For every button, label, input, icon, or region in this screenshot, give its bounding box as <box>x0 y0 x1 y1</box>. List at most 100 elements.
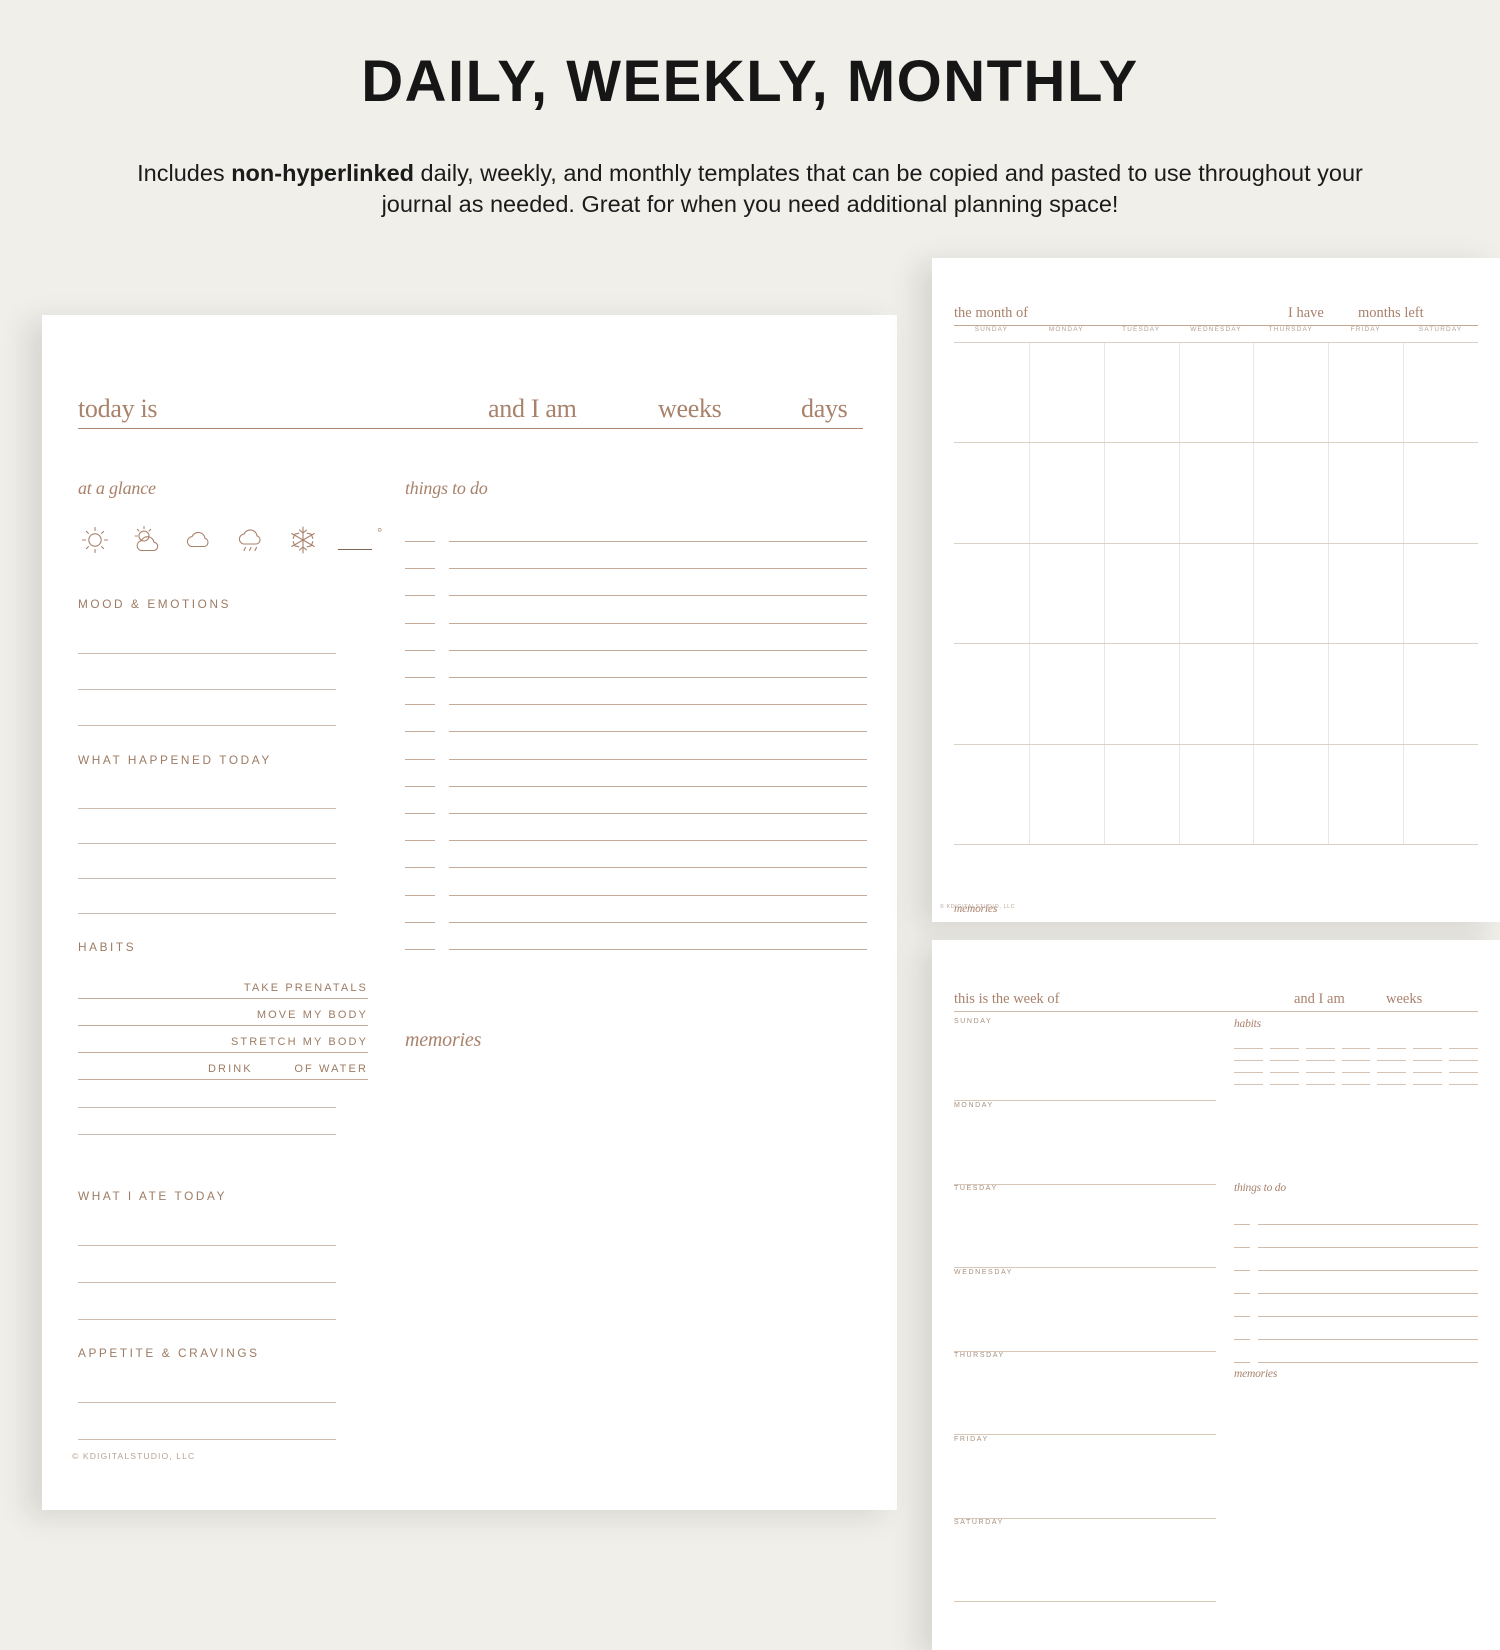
monthly-calendar-grid[interactable] <box>954 342 1478 918</box>
things-to-do-row[interactable] <box>405 841 867 869</box>
weekly-things-to-do-checkbox-line[interactable] <box>1234 1293 1250 1294</box>
weekly-things-to-do-checkbox-line[interactable] <box>1234 1224 1250 1225</box>
weekly-things-to-do-write-line[interactable] <box>1258 1247 1478 1248</box>
sun-icon[interactable] <box>78 523 112 557</box>
weekly-day-block[interactable]: SATURDAY <box>954 1519 1216 1602</box>
weekly-things-to-do-write-line[interactable] <box>1258 1293 1478 1294</box>
things-to-do-row[interactable] <box>405 515 867 542</box>
weekly-things-to-do-write-line[interactable] <box>1258 1270 1478 1271</box>
weekly-habit-grid-cell[interactable] <box>1341 1084 1371 1085</box>
things-to-do-row[interactable] <box>405 787 867 814</box>
weekly-habit-grid-cell[interactable] <box>1269 1060 1299 1061</box>
monthly-template-page[interactable]: the month of I have months left SUNDAY MO… <box>932 258 1500 922</box>
weekly-habit-grid-row[interactable] <box>1234 1084 1479 1085</box>
weekly-things-to-do-checkbox-line[interactable] <box>1234 1316 1250 1317</box>
write-line[interactable] <box>78 689 336 690</box>
write-line[interactable] <box>78 1282 336 1283</box>
weekly-habit-grid-cell[interactable] <box>1377 1084 1407 1085</box>
weekly-habit-grid-cell[interactable] <box>1413 1084 1443 1085</box>
write-line[interactable] <box>78 808 336 809</box>
write-line[interactable] <box>78 725 336 726</box>
write-line[interactable] <box>78 1134 336 1135</box>
weekly-things-to-do-row[interactable] <box>1234 1208 1478 1225</box>
weather-icon-row[interactable]: ° <box>78 520 382 560</box>
things-to-do-row[interactable] <box>405 814 867 842</box>
weekly-habit-grid-cell[interactable] <box>1305 1072 1335 1073</box>
write-line[interactable] <box>78 653 336 654</box>
things-to-do-row[interactable] <box>405 569 867 597</box>
write-line[interactable] <box>78 1402 336 1403</box>
weekly-habit-grid-row[interactable] <box>1234 1072 1479 1073</box>
weekly-things-to-do-row[interactable] <box>1234 1277 1478 1294</box>
weekly-things-to-do-row[interactable] <box>1234 1323 1478 1340</box>
weekly-habit-grid-cell[interactable] <box>1305 1060 1335 1061</box>
temperature-blank-icon[interactable]: ° <box>338 523 382 557</box>
weekly-habit-grid-cell[interactable] <box>1449 1084 1479 1085</box>
weekly-habit-grid-cell[interactable] <box>1305 1048 1335 1049</box>
weekly-template-page[interactable]: this is the week of and I am weeks SUNDA… <box>932 940 1500 1650</box>
daily-template-page[interactable]: today is and I am weeks days at a glance <box>42 315 897 1510</box>
things-to-do-row[interactable] <box>405 896 867 923</box>
weekly-habit-grid-cell[interactable] <box>1377 1048 1407 1049</box>
weekly-habit-grid-cell[interactable] <box>1305 1084 1335 1085</box>
weekly-habit-grid-row[interactable] <box>1234 1060 1479 1061</box>
weekly-habit-grid-cell[interactable] <box>1377 1060 1407 1061</box>
things-to-do-row[interactable] <box>405 869 867 896</box>
sun-behind-cloud-icon[interactable] <box>130 523 164 557</box>
weekly-habit-grid-cell[interactable] <box>1269 1084 1299 1085</box>
weekly-habit-grid-row[interactable] <box>1234 1048 1479 1049</box>
things-to-do-write-line[interactable] <box>449 949 867 950</box>
things-to-do-row[interactable] <box>405 542 867 570</box>
weekly-day-block[interactable]: TUESDAY <box>954 1185 1216 1268</box>
things-to-do-row[interactable] <box>405 597 867 624</box>
weekly-day-block[interactable]: FRIDAY <box>954 1436 1216 1519</box>
weekly-habit-grid-cell[interactable] <box>1341 1072 1371 1073</box>
things-to-do-row[interactable] <box>405 624 867 651</box>
weekly-habit-grid-cell[interactable] <box>1234 1084 1263 1085</box>
weekly-habit-grid-cell[interactable] <box>1449 1060 1479 1061</box>
things-to-do-row[interactable] <box>405 760 867 787</box>
weekly-things-to-do-checkbox-line[interactable] <box>1234 1362 1250 1363</box>
habit-row-drink-water[interactable]: DRINK OF WATER <box>78 1053 368 1080</box>
weekly-habit-grid-cell[interactable] <box>1377 1072 1407 1073</box>
weekly-habit-grid-cell[interactable] <box>1449 1072 1479 1073</box>
things-to-do-row[interactable] <box>405 733 867 760</box>
weekly-day-block[interactable]: SUNDAY <box>954 1018 1216 1101</box>
weekly-things-to-do-write-line[interactable] <box>1258 1224 1478 1225</box>
weekly-habit-grid-cell[interactable] <box>1234 1060 1263 1061</box>
write-line[interactable] <box>78 878 336 879</box>
write-line[interactable] <box>78 1439 336 1440</box>
weekly-things-to-do-checkbox-line[interactable] <box>1234 1270 1250 1271</box>
weekly-habit-grid-cell[interactable] <box>1341 1048 1371 1049</box>
weekly-habit-grid-cell[interactable] <box>1269 1048 1299 1049</box>
things-to-do-row[interactable] <box>405 651 867 678</box>
weekly-things-to-do-row[interactable] <box>1234 1231 1478 1248</box>
weekly-things-to-do-checkbox-line[interactable] <box>1234 1247 1250 1248</box>
weekly-habit-grid-cell[interactable] <box>1413 1060 1443 1061</box>
weekly-day-block[interactable]: THURSDAY <box>954 1352 1216 1435</box>
things-to-do-checkbox-line[interactable] <box>405 949 435 950</box>
things-to-do-row[interactable] <box>405 678 867 706</box>
weekly-habits-grid[interactable] <box>1234 1048 1479 1096</box>
write-line[interactable] <box>78 913 336 914</box>
weekly-habit-grid-cell[interactable] <box>1234 1048 1263 1049</box>
weekly-day-block[interactable]: WEDNESDAY <box>954 1269 1216 1352</box>
write-line[interactable] <box>78 1107 336 1108</box>
rain-cloud-icon[interactable] <box>234 523 268 557</box>
weekly-habit-grid-cell[interactable] <box>1341 1060 1371 1061</box>
weekly-habit-grid-cell[interactable] <box>1413 1072 1443 1073</box>
weekly-things-to-do-write-line[interactable] <box>1258 1362 1478 1363</box>
weekly-day-block[interactable]: MONDAY <box>954 1102 1216 1185</box>
weekly-habit-grid-cell[interactable] <box>1449 1048 1479 1049</box>
weekly-habit-grid-cell[interactable] <box>1234 1072 1263 1073</box>
weekly-things-to-do-row[interactable] <box>1234 1300 1478 1317</box>
write-line[interactable] <box>78 1245 336 1246</box>
habit-row-move-my-body[interactable]: MOVE MY BODY <box>78 999 368 1026</box>
habit-row-take-prenatals[interactable]: TAKE PRENATALS <box>78 972 368 999</box>
habit-row-stretch-my-body[interactable]: STRETCH MY BODY <box>78 1026 368 1053</box>
weekly-things-to-do-row[interactable] <box>1234 1346 1478 1363</box>
snowflake-icon[interactable] <box>286 523 320 557</box>
weekly-things-to-do-write-line[interactable] <box>1258 1316 1478 1317</box>
write-line[interactable] <box>78 1319 336 1320</box>
write-line[interactable] <box>78 843 336 844</box>
